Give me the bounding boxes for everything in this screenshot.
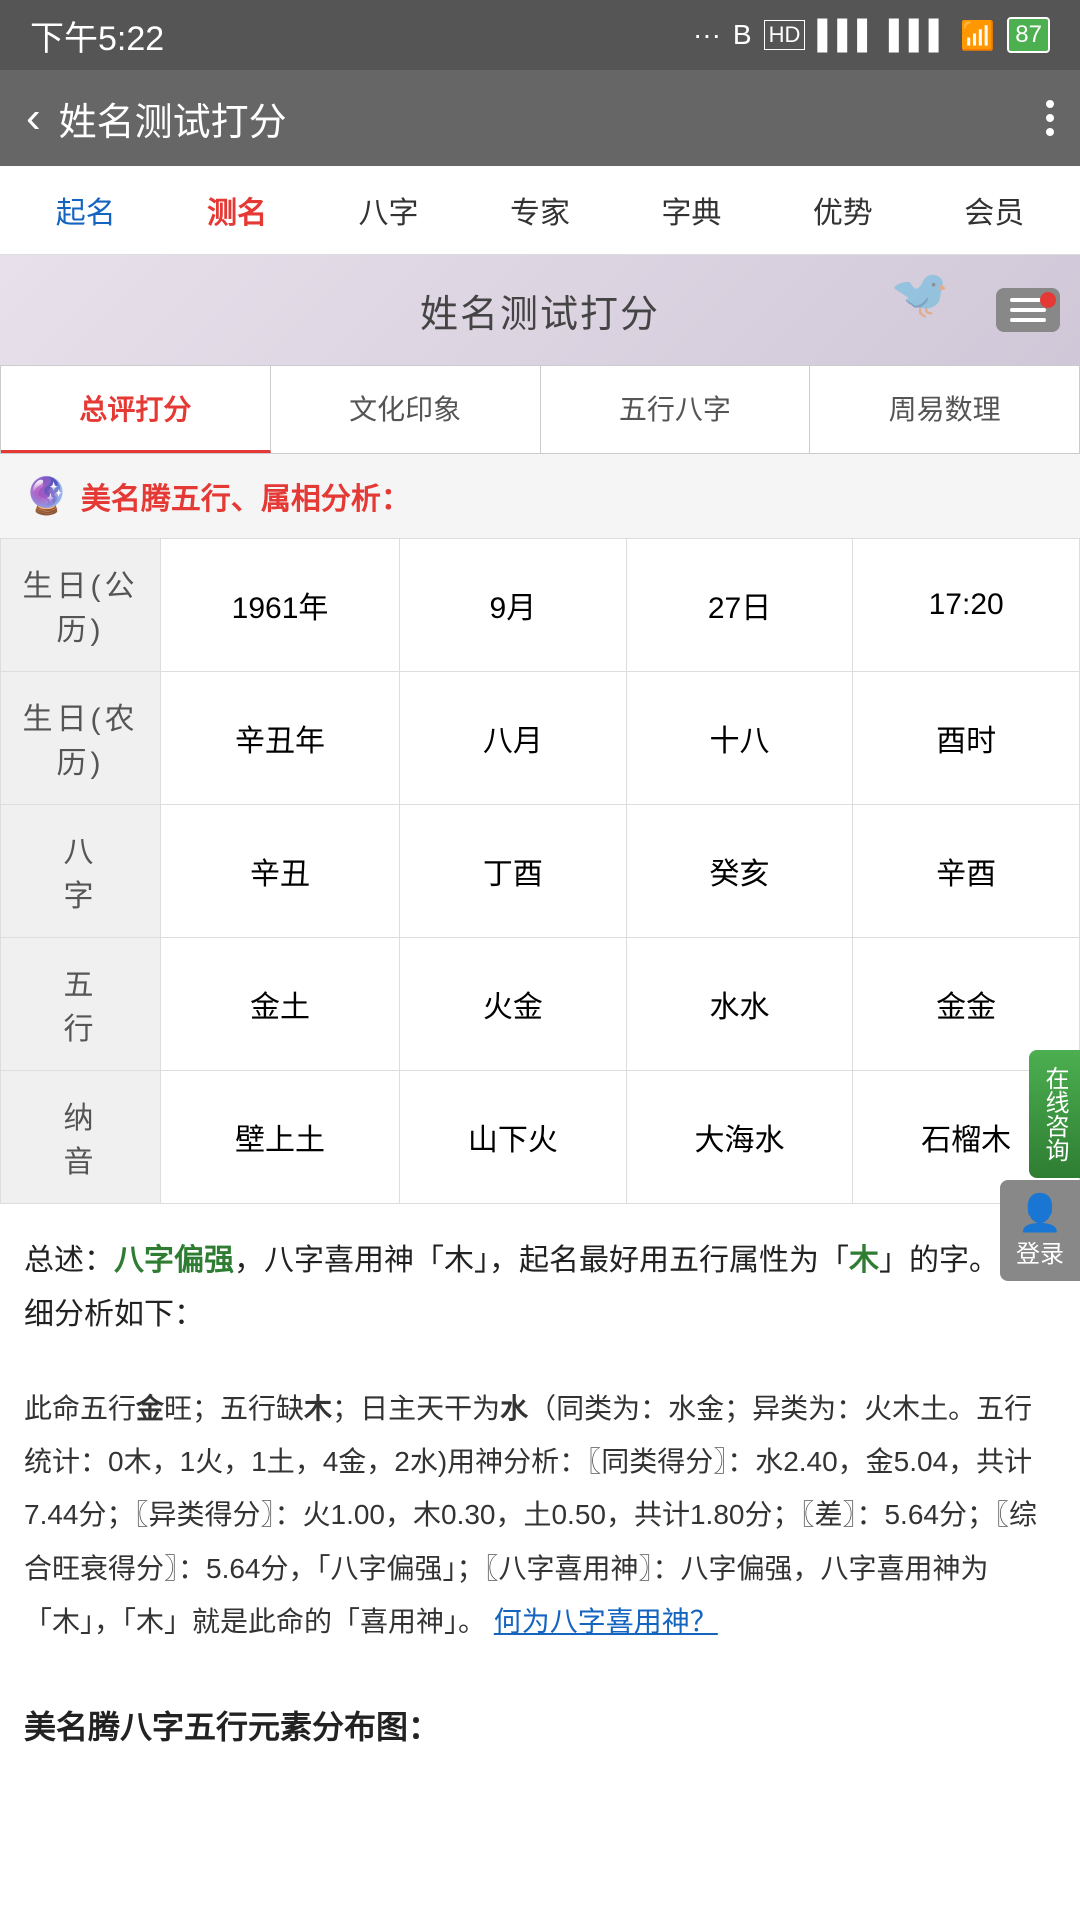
cell-solar-day: 27日 (626, 539, 853, 672)
row-label-lunar: 生日(农历) (1, 672, 161, 805)
cell-nayin-3: 大海水 (626, 1071, 853, 1204)
content-tab-zhouyi[interactable]: 周易数理 (810, 366, 1079, 453)
float-login-button[interactable]: 👤 登录 (1000, 1180, 1080, 1281)
table-row: 生日(农历) 辛丑年 八月 十八 酉时 (1, 672, 1080, 805)
summary-block: 总述：八字偏强，八字喜用神「木」，起名最好用五行属性为「木」的字。详细分析如下： (0, 1204, 1080, 1372)
more-menu-button[interactable] (1046, 100, 1054, 136)
cell-bazi-1: 辛丑 (161, 805, 400, 938)
signal-icon: ▌▌▌ (817, 19, 877, 51)
back-button[interactable]: ‹ (26, 93, 41, 143)
nav-tab-qiming[interactable]: 起名 (10, 166, 161, 254)
analysis-icon: 🔮 (24, 475, 69, 517)
cell-bazi-3: 癸亥 (626, 805, 853, 938)
toolbar-title: 姓名测试打分 (59, 91, 1046, 146)
content-tab-wuxing[interactable]: 五行八字 (541, 366, 811, 453)
cell-solar-time: 17:20 (853, 539, 1080, 672)
cell-nayin-1: 壁上土 (161, 1071, 400, 1204)
detail-content: 此命五行金旺；五行缺木；日主天干为水（同类为：水金；异类为：火木土。五行统计：0… (24, 1393, 1037, 1637)
page-banner: 姓名测试打分 🐦 (0, 255, 1080, 365)
nav-tab-huiyuan[interactable]: 会员 (919, 166, 1070, 254)
row-label-bazi: 八 字 (1, 805, 161, 938)
cell-bazi-4: 辛酉 (853, 805, 1080, 938)
nav-tab-zhuanjia[interactable]: 专家 (464, 166, 615, 254)
summary-middle: ，八字喜用神「木」，起名最好用五行属性为「 (234, 1244, 849, 1277)
cell-solar-year: 1961年 (161, 539, 400, 672)
row-label-nayin: 纳 音 (1, 1071, 161, 1204)
cell-lunar-year: 辛丑年 (161, 672, 400, 805)
section-header-text: 美名腾五行、属相分析： (81, 474, 411, 518)
nav-tab-zidian[interactable]: 字典 (616, 166, 767, 254)
cell-wuxing-2: 火金 (400, 938, 627, 1071)
toolbar: ‹ 姓名测试打分 (0, 70, 1080, 166)
status-icons: ··· B HD ▌▌▌ ▌▌▌ 📶 87 (693, 17, 1050, 53)
table-row: 八 字 辛丑 丁酉 癸亥 辛酉 (1, 805, 1080, 938)
bird-decoration-icon: 🐦 (890, 265, 950, 322)
cell-lunar-month: 八月 (400, 672, 627, 805)
person-icon: 👤 (1010, 1192, 1070, 1234)
summary-highlight2: 木 (849, 1244, 879, 1277)
nav-tabs: 起名 测名 八字 专家 字典 优势 会员 (0, 166, 1080, 255)
cell-nayin-2: 山下火 (400, 1071, 627, 1204)
bazi-xiyongshen-link[interactable]: 何为八字喜用神？ (494, 1606, 718, 1637)
hamburger-menu-button[interactable] (996, 288, 1060, 332)
signal-dots-icon: ··· (693, 19, 721, 51)
cell-wuxing-3: 水水 (626, 938, 853, 1071)
bottom-section-header: 美名腾八字五行元素分布图： (0, 1678, 1080, 1758)
detail-block: 此命五行金旺；五行缺木；日主天干为水（同类为：水金；异类为：火木土。五行统计：0… (0, 1372, 1080, 1678)
cell-solar-month: 9月 (400, 539, 627, 672)
summary-prefix: 总述： (24, 1244, 114, 1277)
nav-tab-cename[interactable]: 测名 (161, 166, 312, 254)
row-label-wuxing: 五 行 (1, 938, 161, 1071)
signal-icon2: ▌▌▌ (889, 19, 949, 51)
hd-icon: HD (764, 20, 806, 50)
table-row: 生日(公历) 1961年 9月 27日 17:20 (1, 539, 1080, 672)
table-row: 五 行 金土 火金 水水 金金 (1, 938, 1080, 1071)
float-consult-button[interactable]: 在线咨询 (1029, 1050, 1080, 1178)
content-tabs: 总评打分 文化印象 五行八字 周易数理 (0, 365, 1080, 454)
battery-indicator: 87 (1007, 17, 1050, 53)
wifi-icon: 📶 (960, 19, 995, 52)
status-time: 下午5:22 (30, 11, 164, 60)
notification-dot (1040, 292, 1056, 308)
status-bar: 下午5:22 ··· B HD ▌▌▌ ▌▌▌ 📶 87 (0, 0, 1080, 70)
content-tab-wenhua[interactable]: 文化印象 (271, 366, 541, 453)
section-header: 🔮 美名腾五行、属相分析： (0, 454, 1080, 538)
cell-bazi-2: 丁酉 (400, 805, 627, 938)
nav-tab-bazi[interactable]: 八字 (313, 166, 464, 254)
cell-lunar-day: 十八 (626, 672, 853, 805)
content-tab-zongping[interactable]: 总评打分 (1, 366, 271, 453)
bluetooth-icon: B (733, 19, 752, 51)
nav-tab-youshi[interactable]: 优势 (767, 166, 918, 254)
cell-wuxing-1: 金土 (161, 938, 400, 1071)
row-label-solar: 生日(公历) (1, 539, 161, 672)
page-banner-title: 姓名测试打分 (420, 283, 660, 338)
summary-highlight1: 八字偏强 (114, 1244, 234, 1277)
table-row: 纳 音 壁上土 山下火 大海水 石榴木 (1, 1071, 1080, 1204)
cell-lunar-time: 酉时 (853, 672, 1080, 805)
login-label: 登录 (1016, 1241, 1064, 1268)
bazi-data-table: 生日(公历) 1961年 9月 27日 17:20 生日(农历) 辛丑年 八月 … (0, 538, 1080, 1204)
